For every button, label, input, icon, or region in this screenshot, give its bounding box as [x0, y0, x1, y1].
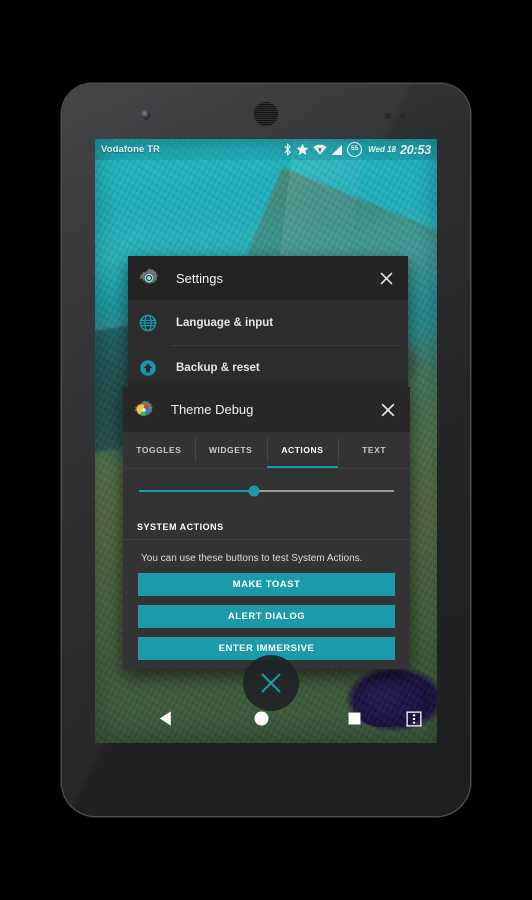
- settings-row-backup-reset[interactable]: Backup & reset: [128, 345, 408, 390]
- settings-gear-icon: [139, 268, 158, 285]
- status-bar: Vodafone TR 55 Wed 18 20:53: [95, 139, 437, 160]
- close-icon: [379, 271, 393, 285]
- theme-dialog-tabs: TOGGLES WIDGETS ACTIONS TEXT: [123, 432, 410, 469]
- home-circle-icon: [254, 711, 269, 726]
- theme-dialog-close-button[interactable]: [378, 400, 398, 420]
- tab-actions[interactable]: ACTIONS: [266, 432, 339, 468]
- backup-upload-icon: [140, 359, 156, 376]
- settings-dialog-list: Language & input Backup & reset: [128, 300, 408, 390]
- wifi-icon: [313, 144, 327, 155]
- status-icons: 55 Wed 18 20:53: [283, 142, 431, 157]
- theme-slider-row: [123, 469, 410, 513]
- system-actions-description: You can use these buttons to test System…: [141, 553, 363, 564]
- nav-menu-button[interactable]: [406, 710, 422, 732]
- back-triangle-icon: [159, 711, 171, 726]
- settings-row-language-input[interactable]: Language & input: [128, 300, 408, 345]
- slider-thumb[interactable]: [248, 485, 260, 497]
- status-date: Wed 18: [368, 145, 397, 154]
- globe-icon: [139, 314, 157, 331]
- slider-fill: [139, 490, 254, 492]
- settings-dialog-close-button[interactable]: [376, 268, 396, 288]
- theme-debug-dialog: Theme Debug TOGGLES WIDGETS ACTIONS TEXT: [123, 387, 410, 669]
- theme-dialog-header: Theme Debug: [123, 387, 410, 432]
- system-actions-buttons: MAKE TOAST ALERT DIALOG ENTER IMMERSIVE: [123, 573, 410, 660]
- menu-dots-icon: [406, 710, 422, 727]
- system-actions-header: SYSTEM ACTIONS: [123, 513, 410, 540]
- carrier-label: Vodafone TR: [101, 144, 160, 155]
- tab-text[interactable]: TEXT: [338, 432, 410, 468]
- alert-dialog-button[interactable]: ALERT DIALOG: [138, 605, 395, 628]
- theme-dialog-title: Theme Debug: [171, 402, 254, 417]
- nav-home-button[interactable]: [252, 709, 271, 733]
- theme-gear-icon: [134, 399, 153, 416]
- settings-dialog-header: Settings: [128, 256, 408, 300]
- earpiece-speaker-icon: [253, 101, 279, 127]
- close-x-icon: [261, 673, 281, 693]
- settings-row-label: Language & input: [176, 316, 274, 329]
- close-icon: [381, 403, 395, 416]
- status-time: 20:53: [400, 142, 431, 157]
- screenshot-root: Vodafone TR 55 Wed 18 20:53 Settings Lan…: [0, 0, 532, 900]
- battery-level: 55: [351, 145, 359, 153]
- tab-toggles[interactable]: TOGGLES: [123, 432, 195, 468]
- settings-dialog: Settings Language & input Backup & reset: [128, 256, 408, 390]
- settings-row-label: Backup & reset: [176, 361, 260, 374]
- nav-recents-button[interactable]: [346, 710, 363, 732]
- signal-icon: [331, 144, 343, 155]
- settings-dialog-title: Settings: [176, 270, 223, 286]
- front-camera-icon: [141, 110, 151, 120]
- recents-square-icon: [348, 712, 361, 725]
- tab-widgets[interactable]: WIDGETS: [194, 432, 267, 468]
- phone-screen: Vodafone TR 55 Wed 18 20:53 Settings Lan…: [95, 139, 437, 743]
- slider-track[interactable]: [139, 485, 394, 497]
- star-icon: [296, 143, 309, 155]
- close-overlay-fab[interactable]: [243, 655, 299, 711]
- proximity-sensor-icon: [385, 113, 391, 119]
- make-toast-button[interactable]: MAKE TOAST: [138, 573, 395, 596]
- battery-icon: 55: [347, 142, 363, 157]
- nav-back-button[interactable]: [157, 709, 176, 733]
- light-sensor-icon: [400, 113, 406, 119]
- bluetooth-icon: [284, 143, 291, 156]
